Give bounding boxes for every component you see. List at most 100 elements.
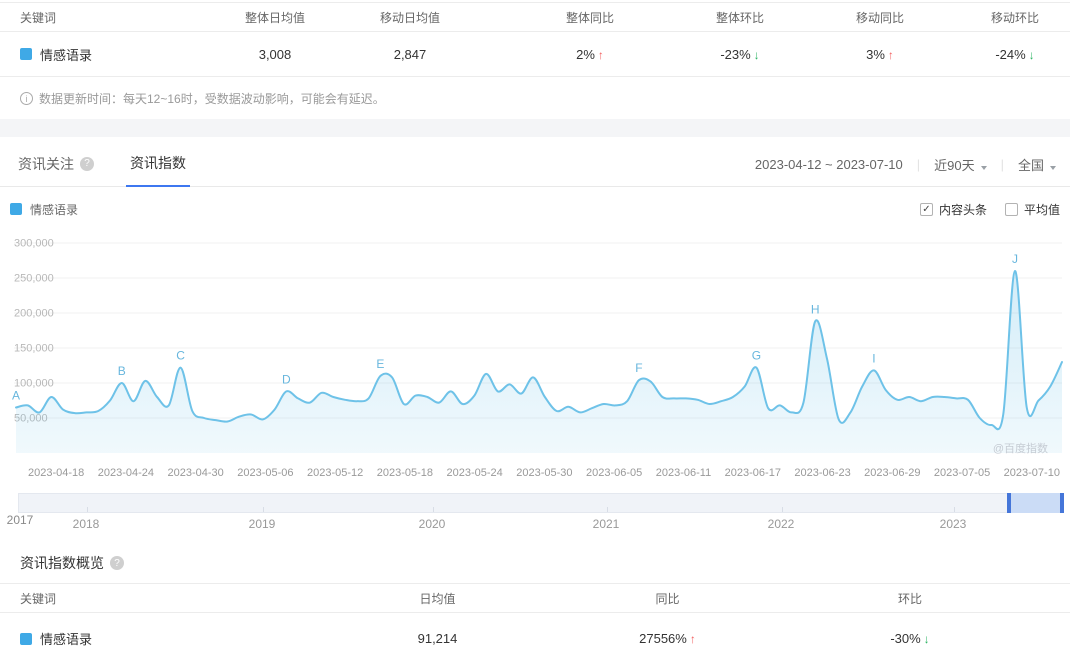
area-fill	[16, 270, 1062, 453]
checkbox-item-1[interactable]: 平均值	[1004, 201, 1060, 218]
col-overall-yoy: 整体同比	[565, 10, 614, 25]
mobile-yoy-value: 3% ↑	[866, 46, 894, 62]
x-axis-tick: 2023-07-10	[1003, 467, 1060, 479]
x-axis-tick: 2023-04-24	[97, 467, 155, 479]
yoy-value: 27556% ↑	[639, 631, 696, 646]
peak-label-E: E	[376, 357, 384, 371]
timeline-tick	[607, 507, 608, 512]
timeline-tick	[782, 507, 783, 512]
keyword-color-swatch	[20, 632, 32, 645]
region-selector[interactable]: 全国	[1018, 155, 1056, 174]
peak-label-C: C	[176, 349, 185, 363]
col-mobile-mom: 移动环比	[990, 10, 1039, 25]
x-axis-tick: 2023-05-30	[516, 467, 573, 479]
tab-news-attention[interactable]: 资讯关注 ?	[14, 153, 98, 186]
x-axis-tick: 2023-04-30	[167, 467, 224, 479]
x-axis-tick: 2023-06-23	[794, 467, 851, 479]
overview-table-header: 关键词 日均值 同比 环比	[0, 583, 1070, 613]
legend-row: 情感语录 ✓ 内容头条 平均值	[0, 187, 1070, 231]
year-label-2020: 2020	[418, 517, 446, 531]
period-selector[interactable]: 近90天	[934, 155, 987, 174]
legend-color-swatch	[10, 203, 22, 215]
trend-section: 资讯关注 ? 资讯指数 2023-04-12 ~ 2023-07-10 | 近9…	[0, 137, 1070, 535]
chevron-down-icon	[1050, 166, 1056, 170]
col-yoy: 同比	[655, 591, 680, 606]
y-axis-tick: 150,000	[14, 343, 54, 355]
col-mom: 环比	[897, 591, 922, 606]
peak-label-G: G	[752, 349, 761, 363]
trend-arrow-icon: ↓	[1028, 47, 1035, 62]
keyword-label: 情感语录	[40, 47, 93, 63]
col-overall-mom: 整体环比	[715, 10, 764, 25]
help-icon[interactable]: ?	[80, 156, 94, 171]
timeline-tick	[433, 507, 434, 512]
overview-section: 资讯指数概览 ? 关键词 日均值 同比 环比 情感语录 91,214 27556…	[0, 553, 1070, 660]
col-keyword: 关键词	[20, 10, 57, 25]
checkbox-unchecked-icon[interactable]	[1004, 202, 1018, 216]
trend-arrow-icon: ↓	[923, 632, 930, 646]
x-axis-tick: 2023-06-11	[655, 467, 712, 479]
timeline-tick	[954, 507, 955, 512]
info-icon: i	[20, 92, 33, 105]
mobile-daily-avg-value: 2,847	[393, 46, 427, 62]
summary-table-header: 关键词 整体日均值 移动日均值 整体同比 整体环比 移动同比 移动环比	[0, 2, 1070, 32]
peak-label-I: I	[872, 351, 875, 365]
year-label-2021: 2021	[592, 517, 620, 531]
trend-arrow-icon: ↑	[887, 47, 894, 62]
year-label-2023: 2023	[939, 517, 967, 531]
y-axis-tick: 300,000	[14, 238, 54, 250]
trend-arrow-icon: ↑	[597, 47, 604, 62]
keyword-color-swatch	[20, 48, 32, 60]
trend-arrow-icon: ↓	[753, 47, 760, 62]
x-axis-tick: 2023-04-18	[28, 467, 85, 479]
x-axis-tick: 2023-05-18	[376, 467, 434, 479]
peak-label-H: H	[811, 302, 820, 316]
y-axis-tick: 200,000	[14, 308, 54, 320]
y-axis-tick: 250,000	[14, 273, 54, 285]
chevron-down-icon	[980, 166, 987, 170]
timeline-tick	[87, 507, 88, 512]
col-overall-daily-avg: 整体日均值	[244, 10, 305, 25]
x-axis-tick: 2023-05-12	[307, 467, 364, 479]
x-axis-labels: 2023-04-18 2023-04-24 2023-04-30 2023-05-06…	[0, 463, 1070, 487]
col-mobile-daily-avg: 移动日均值	[379, 10, 440, 25]
checkbox-label: 平均值	[1023, 202, 1060, 217]
tabs-row: 资讯关注 ? 资讯指数 2023-04-12 ~ 2023-07-10 | 近9…	[0, 137, 1070, 187]
x-axis-tick: 2023-05-24	[446, 467, 503, 479]
legend-label: 情感语录	[30, 202, 79, 217]
peak-label-J: J	[1012, 252, 1018, 266]
peak-label-A: A	[12, 389, 20, 403]
timeline-selection-handle[interactable]	[1007, 493, 1064, 513]
keyword-cell: 情感语录	[0, 45, 230, 64]
overall-daily-avg-value: 3,008	[258, 46, 292, 62]
trend-chart[interactable]: 300,000250,000200,000150,000100,00050,00…	[0, 231, 1070, 463]
chart-controls: 2023-04-12 ~ 2023-07-10 | 近90天 | 全国	[755, 155, 1056, 186]
col-keyword: 关键词	[20, 591, 57, 606]
x-axis-tick: 2023-05-06	[237, 467, 294, 479]
checkbox-label: 内容头条	[938, 202, 987, 217]
timeline-track[interactable]	[18, 493, 1064, 513]
summary-card: 关键词 整体日均值 移动日均值 整体同比 整体环比 移动同比 移动环比 情感语录…	[0, 2, 1070, 107]
x-axis-tick: 2023-07-05	[933, 467, 991, 479]
date-range-label: 2023-04-12 ~ 2023-07-10	[754, 157, 903, 172]
keyword-cell: 情感语录	[0, 629, 290, 648]
tab-news-index[interactable]: 资讯指数	[126, 153, 190, 187]
checkbox-checked-icon[interactable]: ✓	[919, 202, 933, 216]
x-axis-tick: 2023-06-17	[724, 467, 781, 479]
keyword-label: 情感语录	[40, 632, 93, 647]
chart-checkboxes: ✓ 内容头条 平均值	[902, 201, 1060, 218]
daily-avg-value: 91,214	[417, 631, 458, 646]
x-axis-tick: 2023-06-29	[864, 467, 921, 479]
year-label-2019: 2019	[248, 517, 276, 531]
watermark: @百度指数	[993, 441, 1048, 455]
help-icon[interactable]: ?	[110, 556, 124, 570]
peak-label-F: F	[635, 361, 642, 375]
data-update-note: i 数据更新时间：每天12~16时，受数据波动影响，可能会有延迟。	[20, 90, 1070, 107]
checkbox-item-0[interactable]: ✓ 内容头条	[919, 201, 987, 218]
year-label-2022: 2022	[767, 517, 795, 531]
peak-label-D: D	[282, 372, 291, 386]
overview-title: 资讯指数概览 ?	[20, 553, 1070, 573]
mobile-mom-value: -24% ↓	[995, 46, 1035, 62]
year-label-2018: 2018	[72, 517, 100, 531]
timeline-year-labels: 2017 2018 2019 2020 2021 2022 2023	[0, 513, 1070, 535]
